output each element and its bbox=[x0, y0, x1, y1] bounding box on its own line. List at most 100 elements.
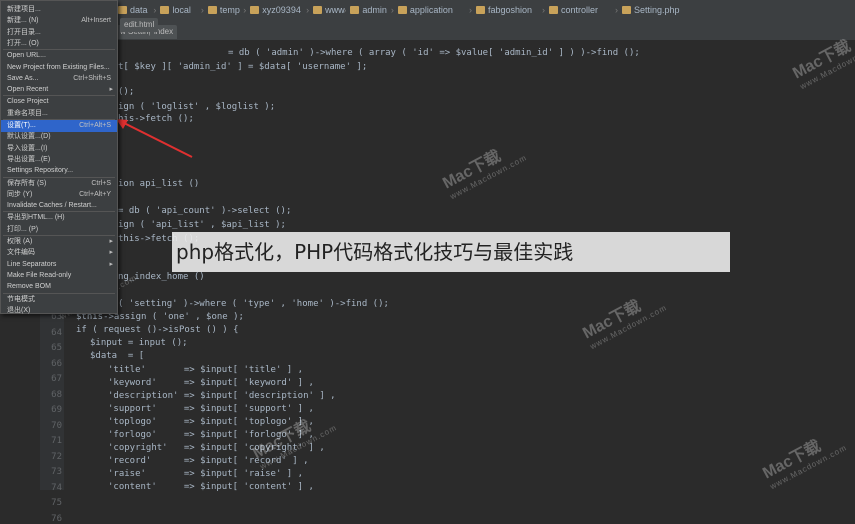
line-number: 73 bbox=[51, 467, 62, 477]
menu-item-label: 退出(X) bbox=[7, 306, 31, 314]
menu-item-label: 新建... (N) bbox=[7, 17, 39, 25]
breadcrumb-item[interactable]: controller bbox=[549, 5, 598, 19]
menu-item[interactable]: 导出设置...(E) bbox=[1, 154, 117, 166]
menu-item[interactable]: 打开目录... bbox=[1, 27, 117, 39]
menu-item-label: 节电模式 bbox=[7, 295, 35, 303]
menu-item[interactable]: 节电模式 bbox=[1, 294, 117, 306]
menu-item-label: 同步 (Y) bbox=[7, 190, 33, 198]
line-number: 68 bbox=[51, 389, 62, 400]
file-menu[interactable]: 新建项目... 新建... (N) Alt+Insert 打开目录... 打开... (… bbox=[0, 0, 118, 314]
menu-item[interactable]: 打开... (O) bbox=[1, 38, 117, 50]
menu-item[interactable]: Open URL... bbox=[1, 50, 117, 62]
code-line[interactable]: = db ( 'admin' )->where ( array ( 'id' =… bbox=[228, 48, 640, 58]
menu-item-label: 导出设置...(E) bbox=[7, 155, 51, 163]
menu-item[interactable]: 保存所有 (S) Ctrl+S bbox=[1, 178, 117, 190]
menu-item-label: Close Project bbox=[7, 98, 49, 106]
folder-icon bbox=[350, 6, 360, 14]
breadcrumb-item[interactable]: temp bbox=[207, 5, 240, 19]
breadcrumb-item[interactable]: www bbox=[313, 5, 345, 19]
code-line[interactable]: ign ( 'api_list' , $api_list ); bbox=[118, 220, 286, 230]
folder-icon bbox=[622, 6, 631, 14]
code-line[interactable]: ion api_list () bbox=[118, 179, 199, 189]
breadcrumb-separator: › bbox=[542, 5, 545, 15]
breadcrumb-item[interactable]: xyz09394 bbox=[250, 5, 301, 19]
menu-item-label: 文件编码 bbox=[7, 249, 35, 257]
code-line[interactable]: 'description' => $input[ 'description' ]… bbox=[108, 391, 336, 401]
menu-item[interactable]: 同步 (Y) Ctrl+Alt+Y bbox=[1, 189, 117, 201]
menu-item[interactable]: 默认设置...(D) bbox=[1, 131, 117, 143]
breadcrumb-item[interactable]: fabgoshion bbox=[476, 5, 532, 19]
line-number: 65 bbox=[51, 343, 62, 353]
code-line[interactable]: = db ( 'api_count' )->select (); bbox=[118, 206, 291, 216]
code-line[interactable]: $data = [ bbox=[90, 351, 144, 361]
menu-item-label: Open Recent bbox=[7, 86, 49, 94]
menu-item-label: 设置(T)... bbox=[7, 122, 36, 129]
menu-item-label: 新建项目... bbox=[7, 6, 41, 13]
menu-item-label: Line Separators bbox=[7, 260, 57, 268]
menu-item[interactable]: New Project from Existing Files... bbox=[1, 62, 117, 74]
line-number: 67 bbox=[51, 374, 62, 384]
line-number: 64 bbox=[51, 327, 62, 338]
code-line[interactable]: 'content' => $input[ 'content' ] , bbox=[108, 482, 314, 492]
breadcrumb-item[interactable]: local bbox=[160, 5, 191, 19]
editor-tab[interactable]: edit.html bbox=[120, 18, 159, 32]
menu-item[interactable]: 退出(X) bbox=[1, 305, 117, 317]
code-line[interactable]: 'raise' => $input[ 'raise' ] , bbox=[108, 469, 303, 479]
arrow-line bbox=[121, 121, 193, 158]
submenu-arrow-icon: ▸ bbox=[109, 238, 113, 245]
menu-item[interactable]: Invalidate Caches / Restart... bbox=[1, 200, 117, 212]
breadcrumb-item[interactable]: application bbox=[397, 5, 453, 19]
line-number: 76 bbox=[51, 513, 62, 524]
title-banner: php格式化，PHP代码格式化技巧与最佳实践 bbox=[172, 232, 730, 272]
menu-item[interactable]: Make File Read-only bbox=[1, 270, 117, 282]
menu-item-label: 保存所有 (S) bbox=[7, 179, 47, 187]
submenu-arrow-icon: ▸ bbox=[109, 260, 113, 268]
code-line[interactable]: if ( request ()->isPost () ) { bbox=[76, 325, 239, 335]
menu-item-label: Make File Read-only bbox=[7, 271, 72, 279]
menu-item-label: 默认设置...(D) bbox=[7, 133, 51, 141]
code-line[interactable]: $input = input (); bbox=[90, 338, 188, 348]
breadcrumb-separator: › bbox=[153, 5, 157, 15]
menu-item[interactable]: Settings Repository... bbox=[1, 165, 117, 177]
menu-item[interactable]: 重命名项目... bbox=[1, 108, 117, 120]
folder-icon bbox=[118, 6, 127, 14]
code-line[interactable]: 'keyword' => $input[ 'keyword' ] , bbox=[108, 378, 314, 388]
menu-item-shortcut: Ctrl+Shift+S bbox=[73, 74, 111, 82]
menu-item-label: Open URL... bbox=[7, 52, 46, 60]
breadcrumb-item[interactable]: Setting.php bbox=[622, 5, 680, 19]
menu-item[interactable]: 文件编码 ▸ bbox=[1, 247, 117, 259]
breadcrumb-separator: › bbox=[469, 5, 472, 15]
menu-item-label: 权限 (A) bbox=[7, 238, 33, 245]
menu-item[interactable]: 新建... (N) Alt+Insert bbox=[1, 15, 117, 27]
menu-item[interactable]: Line Separators ▸ bbox=[1, 259, 117, 271]
menu-item[interactable]: 设置(T)... Ctrl+Alt+S bbox=[1, 120, 117, 132]
menu-item[interactable]: 新建项目... bbox=[1, 4, 117, 16]
menu-item[interactable]: Remove BOM bbox=[1, 281, 117, 293]
folder-icon bbox=[250, 6, 260, 14]
menu-item-label: New Project from Existing Files... bbox=[7, 63, 110, 71]
code-line[interactable]: t[ $key ][ 'admin_id' ] = $data[ 'userna… bbox=[118, 62, 367, 72]
folder-icon bbox=[549, 6, 558, 14]
line-number: 71 bbox=[51, 436, 62, 446]
menu-item[interactable]: 打印... (P) bbox=[1, 224, 117, 236]
menu-item[interactable]: 导出到HTML... (H) bbox=[1, 212, 117, 224]
code-line[interactable]: (); bbox=[118, 87, 134, 97]
menu-item[interactable]: 权限 (A) ▸ bbox=[1, 236, 117, 248]
menu-item[interactable]: Save As... Ctrl+Shift+S bbox=[1, 73, 117, 85]
code-line[interactable]: ign ( 'loglist' , $loglist ); bbox=[118, 102, 275, 112]
code-line[interactable]: ( 'setting' )->where ( 'type' , 'home' )… bbox=[118, 299, 389, 309]
code-line[interactable]: 'title' => $input[ 'title' ] , bbox=[108, 365, 303, 375]
breadcrumb-separator: › bbox=[615, 5, 618, 15]
code-line[interactable]: 'support' => $input[ 'support' ] , bbox=[108, 404, 314, 414]
menu-item[interactable]: Close Project bbox=[1, 96, 117, 108]
menu-item[interactable]: Open Recent ▸ bbox=[1, 84, 117, 96]
menu-item[interactable]: 导入设置...(I) bbox=[1, 143, 117, 155]
menu-item-label: Save As... bbox=[7, 74, 39, 82]
folder-icon bbox=[160, 6, 170, 14]
breadcrumb-item[interactable]: data bbox=[118, 5, 148, 19]
breadcrumb-item[interactable]: admin bbox=[350, 5, 387, 19]
menu-item-label: 打印... (P) bbox=[7, 225, 39, 233]
breadcrumb-separator: › bbox=[306, 5, 310, 15]
menu-item-label: 导出到HTML... (H) bbox=[7, 214, 65, 222]
folder-icon bbox=[476, 6, 485, 14]
